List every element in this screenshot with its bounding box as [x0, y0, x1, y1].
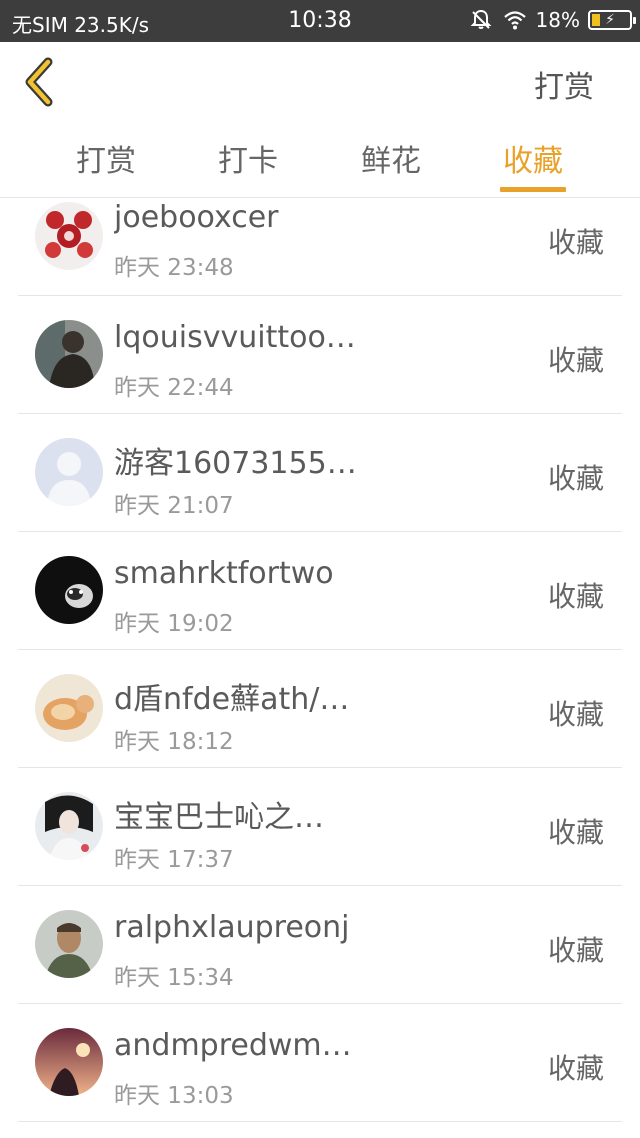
user-name: 宝宝巴士吣之… [114, 800, 324, 835]
battery-percent: 18% [535, 8, 580, 32]
user-name: smahrktfortwo [114, 556, 334, 591]
timestamp: 昨天 23:48 [114, 255, 234, 281]
timestamp: 昨天 15:34 [114, 965, 234, 991]
timestamp: 昨天 21:07 [114, 493, 234, 519]
bell-muted-icon [470, 9, 491, 29]
timestamp: 昨天 22:44 [114, 375, 234, 401]
list-item[interactable]: 游客16073155… 昨天 21:07 收藏 [18, 414, 622, 532]
sunset-avatar [35, 1028, 103, 1096]
status-icons: 18% ⚡ [468, 8, 636, 32]
dark-figure-avatar [35, 320, 103, 388]
user-name: 游客16073155… [114, 446, 357, 481]
girl-avatar [35, 792, 103, 860]
orange-cat-avatar [35, 674, 103, 742]
favorite-label: 收藏 [547, 462, 604, 495]
favorite-label: 收藏 [547, 934, 604, 967]
favorite-label: 收藏 [547, 816, 604, 849]
list-item[interactable]: joebooxcer 昨天 23:48 收藏 [18, 199, 622, 296]
list-item[interactable]: d盾nfde蘚ath/… 昨天 18:12 收藏 [18, 650, 622, 768]
wifi-icon [503, 11, 526, 30]
tab-checkin[interactable]: 打卡 [193, 136, 303, 180]
black-cat-avatar [35, 556, 103, 624]
list-item[interactable]: 宝宝巴士吣之… 昨天 17:37 收藏 [18, 768, 622, 886]
favorite-label: 收藏 [547, 226, 604, 259]
user-name: andmpredwm… [114, 1028, 352, 1063]
user-name: lqouisvvuittoo… [114, 320, 356, 355]
tab-flowers[interactable]: 鲜花 [336, 136, 446, 180]
soldier-avatar [35, 910, 103, 978]
tab-favorites[interactable]: 收藏 [478, 136, 588, 180]
nav-header: 打赏 [0, 42, 640, 122]
chevron-left-icon[interactable] [18, 56, 62, 108]
tab-bar: 打赏 打卡 鲜花 收藏 [0, 122, 640, 198]
timestamp: 昨天 13:03 [114, 1083, 234, 1109]
default-avatar [35, 438, 103, 506]
favorite-label: 收藏 [547, 1052, 604, 1085]
timestamp: 昨天 18:12 [114, 729, 234, 755]
user-name: joebooxcer [114, 200, 279, 235]
favorites-list: joebooxcer 昨天 23:48 收藏 lqouisvvuittoo… 昨… [18, 199, 622, 1122]
list-item[interactable]: andmpredwm… 昨天 13:03 收藏 [18, 1004, 622, 1122]
list-item[interactable]: lqouisvvuittoo… 昨天 22:44 收藏 [18, 296, 622, 414]
red-pattern-avatar [35, 202, 103, 270]
battery-charging-icon: ⚡ [588, 10, 636, 30]
active-tab-indicator [500, 187, 566, 192]
status-bar: 无SIM 23.5K/s 10:38 18% ⚡ [0, 0, 640, 42]
user-name: ralphxlaupreonj [114, 910, 350, 945]
favorite-label: 收藏 [547, 580, 604, 613]
timestamp: 昨天 19:02 [114, 611, 234, 637]
timestamp: 昨天 17:37 [114, 847, 234, 873]
list-item[interactable]: ralphxlaupreonj 昨天 15:34 收藏 [18, 886, 622, 1004]
header-reward-button[interactable]: 打赏 [534, 62, 594, 106]
favorite-label: 收藏 [547, 698, 604, 731]
list-item[interactable]: smahrktfortwo 昨天 19:02 收藏 [18, 532, 622, 650]
favorite-label: 收藏 [547, 344, 604, 377]
user-name: d盾nfde蘚ath/… [114, 682, 350, 717]
tab-reward[interactable]: 打赏 [51, 136, 161, 180]
